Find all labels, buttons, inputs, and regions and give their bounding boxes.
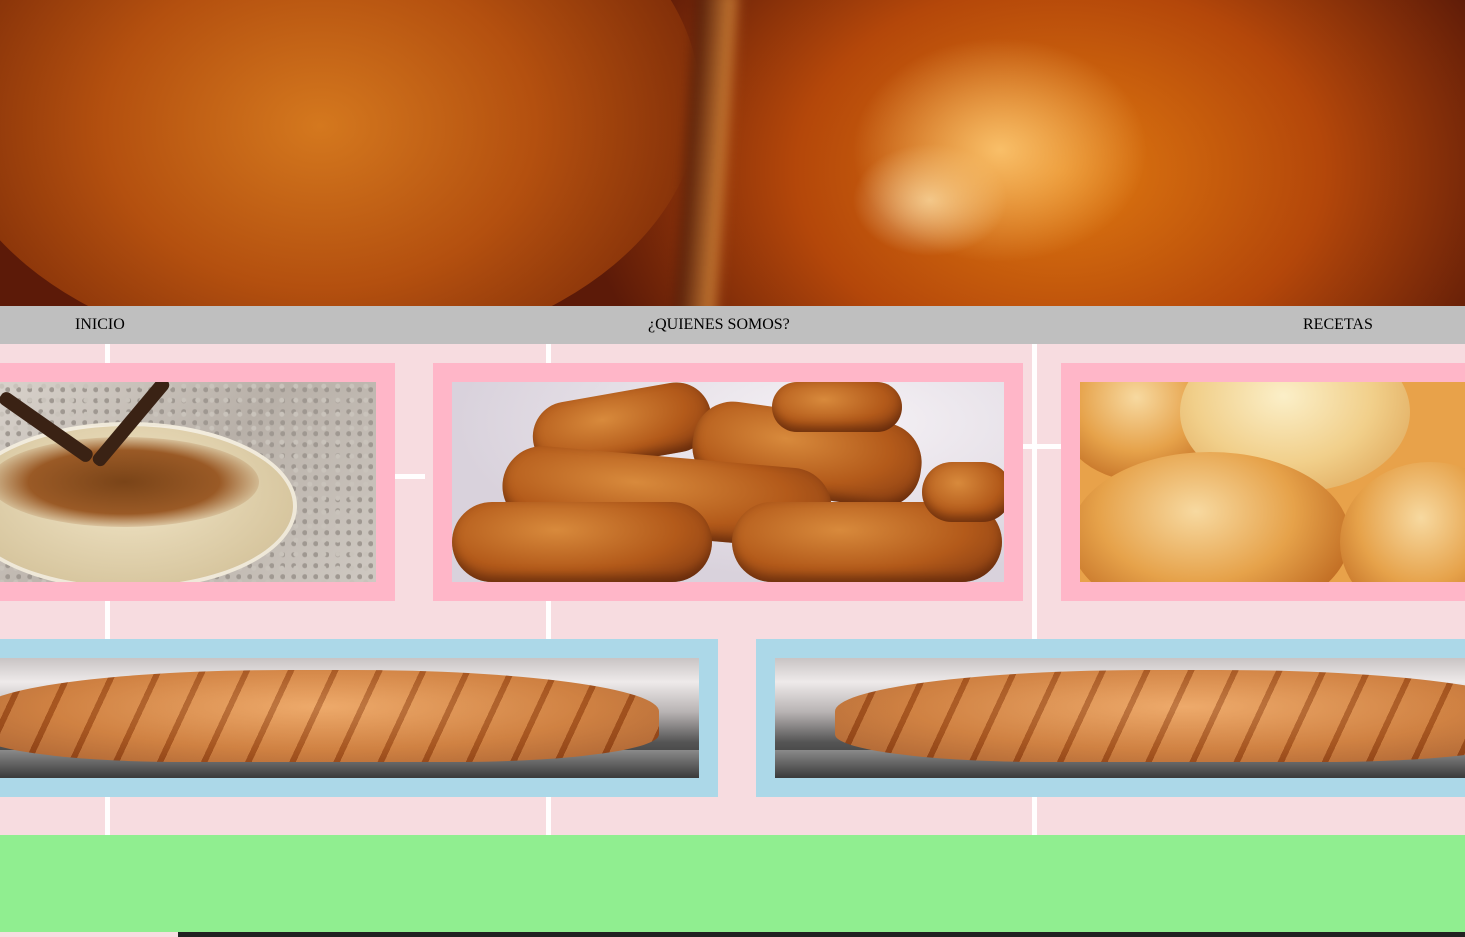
croqueta (772, 382, 902, 432)
croqueta (452, 502, 712, 582)
recipe-card-bread-rolls[interactable] (1061, 363, 1465, 601)
footer-edge (178, 932, 1465, 937)
pastry (0, 670, 659, 762)
gallery-section (0, 344, 1465, 835)
footer (0, 835, 1465, 932)
dessert-photo (0, 382, 376, 582)
recipe-card-croquetas[interactable] (433, 363, 1023, 601)
hero-bun-left (0, 0, 700, 306)
nav-item-recetas[interactable]: RECETAS (1303, 316, 1373, 334)
recipe-card-pastry-2[interactable] (756, 639, 1465, 797)
background-grid-line (395, 474, 425, 479)
pastry-photo (0, 658, 699, 778)
bread-rolls-photo (1080, 382, 1465, 582)
pastry-photo (775, 658, 1465, 778)
background-grid-line (1022, 444, 1062, 449)
nav-item-quienes-somos[interactable]: ¿QUIENES SOMOS? (648, 316, 790, 334)
recipe-card-dessert[interactable] (0, 363, 395, 601)
dessert-cinnamon-topping (0, 437, 259, 527)
hero-banner (0, 0, 1465, 306)
pastry (835, 670, 1465, 762)
recipe-card-pastry[interactable] (0, 639, 718, 797)
croquetas-photo (452, 382, 1004, 582)
croqueta (922, 462, 1004, 522)
bread-roll (1340, 462, 1465, 582)
main-nav: INICIO ¿QUIENES SOMOS? RECETAS (0, 306, 1465, 344)
nav-item-inicio[interactable]: INICIO (75, 316, 125, 334)
